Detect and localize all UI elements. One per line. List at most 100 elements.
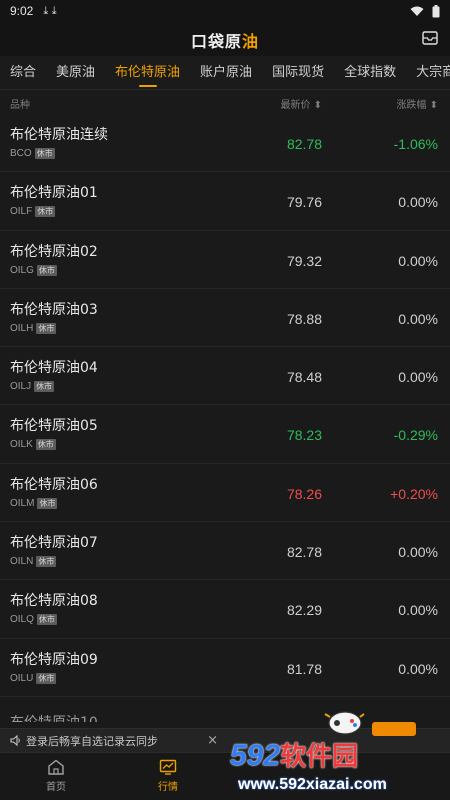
- app-logo-accent: 油: [242, 32, 260, 51]
- table-row[interactable]: 布伦特原油03 OILH 休市 78.88 0.00%: [0, 289, 450, 348]
- row-change: 0.00%: [398, 602, 438, 619]
- market-closed-badge: 休市: [36, 264, 57, 276]
- status-time: 9:02: [10, 4, 34, 18]
- table-row[interactable]: 布伦特原油04 OILJ 休市 78.48 0.00%: [0, 347, 450, 406]
- chart-icon: [159, 759, 177, 775]
- battery-icon: [432, 4, 440, 17]
- row-code: OILQ 休市: [10, 614, 57, 626]
- row-change: 0.00%: [398, 660, 438, 677]
- row-price: 81.78: [286, 660, 322, 677]
- table-row[interactable]: 布伦特原油09 OILU 休市 81.78 0.00%: [0, 639, 450, 697]
- row-price: 79.76: [286, 194, 322, 211]
- tab-international-spot[interactable]: 国际现货: [262, 56, 334, 89]
- market-closed-badge: 休市: [34, 381, 55, 393]
- sort-change-percent[interactable]: 涨跌幅 ⬍: [396, 96, 438, 111]
- status-bar: 9:02 ⤓ ⤓: [0, 0, 450, 22]
- home-icon: [48, 759, 64, 775]
- row-symbol: OILK: [10, 439, 33, 451]
- table-row[interactable]: 布伦特原油连续 BCO 休市 82.78 -1.06%: [0, 114, 450, 173]
- row-change: 0.00%: [398, 252, 438, 269]
- market-closed-badge: 休市: [36, 672, 57, 684]
- row-symbol: OILG: [10, 264, 34, 276]
- table-row[interactable]: 布伦特原油02 OILG 休市 79.32 0.00%: [0, 231, 450, 289]
- row-price: 82.78: [286, 136, 322, 152]
- row-name: 布伦特原油04: [10, 360, 98, 377]
- row-code: OILN 休市: [10, 556, 57, 568]
- market-closed-badge: 休市: [34, 148, 55, 159]
- row-symbol: OILF: [10, 206, 33, 218]
- table-row[interactable]: 布伦特原油05 OILK 休市 78.23 -0.29%: [0, 405, 450, 464]
- bottom-nav: 首页 行情: [0, 752, 450, 800]
- row-code: OILJ 休市: [10, 381, 55, 393]
- row-price: 79.32: [286, 252, 322, 269]
- column-name: 品种: [10, 100, 30, 111]
- wifi-icon: [410, 6, 424, 16]
- row-price: 78.26: [286, 485, 322, 502]
- tab-us-crude[interactable]: 美原油: [46, 56, 105, 89]
- tab-global-index[interactable]: 全球指数: [334, 56, 406, 89]
- market-closed-badge: 休市: [35, 206, 56, 218]
- row-change: -1.06%: [393, 136, 438, 152]
- row-price: 82.29: [286, 602, 322, 619]
- login-prompt-bar[interactable]: 登录后畅享自选记录云同步 ×: [0, 728, 450, 752]
- close-icon[interactable]: ×: [207, 733, 218, 748]
- tab-account-crude[interactable]: 账户原油: [190, 56, 262, 89]
- row-symbol: OILN: [10, 556, 34, 568]
- mail-icon[interactable]: [422, 31, 438, 45]
- row-symbol: BCO: [10, 148, 32, 159]
- tab-brent-crude[interactable]: 布伦特原油: [105, 56, 190, 89]
- tab-commodities[interactable]: 大宗商品: [406, 56, 450, 89]
- quote-list: 布伦特原油连续 BCO 休市 82.78 -1.06% 布伦特原油01 OILF 休…: [0, 114, 450, 697]
- row-price: 82.78: [286, 544, 322, 561]
- row-price: 78.23: [286, 427, 322, 444]
- nav-home-label: 首页: [46, 782, 66, 793]
- row-change: 0.00%: [398, 369, 438, 386]
- row-code: OILM 休市: [10, 497, 58, 509]
- market-closed-badge: 休市: [36, 556, 57, 568]
- row-change: -0.29%: [393, 427, 438, 444]
- row-symbol: OILQ: [10, 614, 34, 626]
- market-closed-badge: 休市: [37, 497, 58, 509]
- row-change: 0.00%: [398, 310, 438, 327]
- row-name: 布伦特原油03: [10, 301, 98, 318]
- row-code: OILK 休市: [10, 439, 56, 451]
- app-logo-text: 口袋原: [190, 32, 242, 51]
- partial-row-name: 布伦特原油10: [10, 712, 98, 722]
- market-closed-badge: 休市: [36, 614, 57, 626]
- app-logo: 口袋原油: [0, 28, 450, 52]
- table-row[interactable]: 布伦特原油01 OILF 休市 79.76 0.00%: [0, 172, 450, 231]
- row-name: 布伦特原油01: [10, 185, 98, 202]
- row-change: 0.00%: [398, 194, 438, 211]
- row-symbol: OILH: [10, 322, 34, 334]
- nav-home[interactable]: 首页: [26, 759, 86, 793]
- row-name: 布伦特原油08: [10, 593, 98, 610]
- table-row[interactable]: 布伦特原油06 OILM 休市 78.26 +0.20%: [0, 464, 450, 523]
- speaker-icon: [10, 735, 20, 746]
- category-tabs: 综合 美原油 布伦特原油 账户原油 国际现货 全球指数 大宗商品: [0, 56, 450, 90]
- row-name: 布伦特原油05: [10, 418, 98, 435]
- sort-latest-price[interactable]: 最新价 ⬍: [280, 96, 322, 111]
- market-closed-badge: 休市: [36, 322, 57, 334]
- row-code: OILH 休市: [10, 322, 57, 334]
- app-bar: 口袋原油: [0, 22, 450, 56]
- row-change: 0.00%: [398, 544, 438, 561]
- login-prompt-text: 登录后畅享自选记录云同步: [26, 734, 158, 748]
- row-change: +0.20%: [390, 485, 438, 502]
- row-code: OILG 休市: [10, 264, 57, 276]
- row-name: 布伦特原油连续: [10, 127, 108, 143]
- row-symbol: OILJ: [10, 381, 32, 393]
- row-price: 78.48: [286, 369, 322, 386]
- table-row[interactable]: 布伦特原油08 OILQ 休市 82.29 0.00%: [0, 580, 450, 639]
- row-name: 布伦特原油06: [10, 476, 98, 493]
- nav-market-label: 行情: [158, 782, 178, 793]
- row-code: OILF 休市: [10, 206, 56, 218]
- tab-overview[interactable]: 综合: [0, 56, 46, 89]
- download-icon: ⤓ ⤓: [43, 4, 57, 17]
- row-price: 78.88: [286, 310, 322, 327]
- row-name: 布伦特原油02: [10, 243, 98, 260]
- row-symbol: OILU: [10, 672, 34, 684]
- row-name: 布伦特原油09: [10, 651, 98, 668]
- status-icons: [410, 4, 440, 18]
- nav-market[interactable]: 行情: [138, 759, 198, 793]
- table-row[interactable]: 布伦特原油07 OILN 休市 82.78 0.00%: [0, 522, 450, 581]
